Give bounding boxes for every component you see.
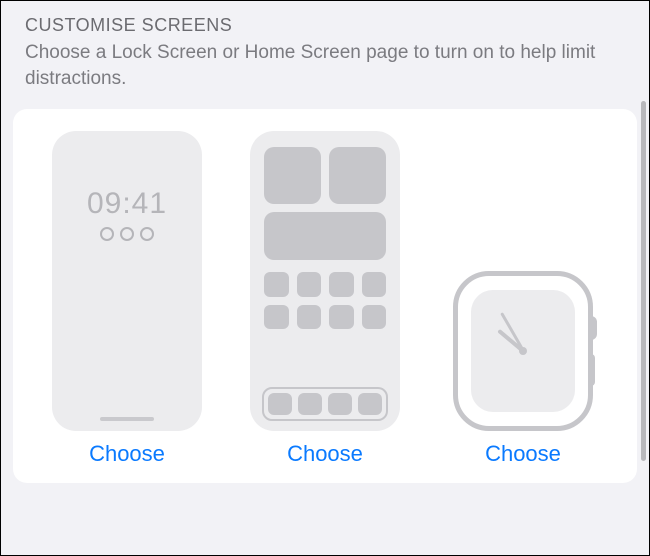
home-screen-preview-icon [250, 131, 400, 431]
watch-preview-icon [453, 271, 593, 431]
home-indicator-icon [100, 417, 154, 421]
watch-face-icon [471, 290, 575, 412]
lock-screen-preview-icon: 09:41 [52, 131, 202, 431]
watch-side-button-icon [588, 354, 595, 386]
section-header: CUSTOMISE SCREENS Choose a Lock Screen o… [1, 1, 649, 101]
lock-dots-icon [100, 227, 154, 241]
section-subtitle: Choose a Lock Screen or Home Screen page… [25, 40, 625, 91]
dock-icon [262, 387, 388, 421]
choose-home-screen-button[interactable]: Choose [287, 441, 363, 467]
home-screen-option: Choose [231, 131, 419, 467]
screens-card: 09:41 Choose Choose [13, 109, 637, 483]
scrollbar[interactable] [641, 101, 646, 461]
lock-screen-option: 09:41 Choose [33, 131, 221, 467]
watch-crown-icon [588, 316, 597, 340]
watch-option: Choose [429, 271, 617, 467]
section-title: CUSTOMISE SCREENS [25, 15, 625, 36]
choose-watch-button[interactable]: Choose [485, 441, 561, 467]
choose-lock-screen-button[interactable]: Choose [89, 441, 165, 467]
lock-screen-time: 09:41 [87, 187, 167, 221]
